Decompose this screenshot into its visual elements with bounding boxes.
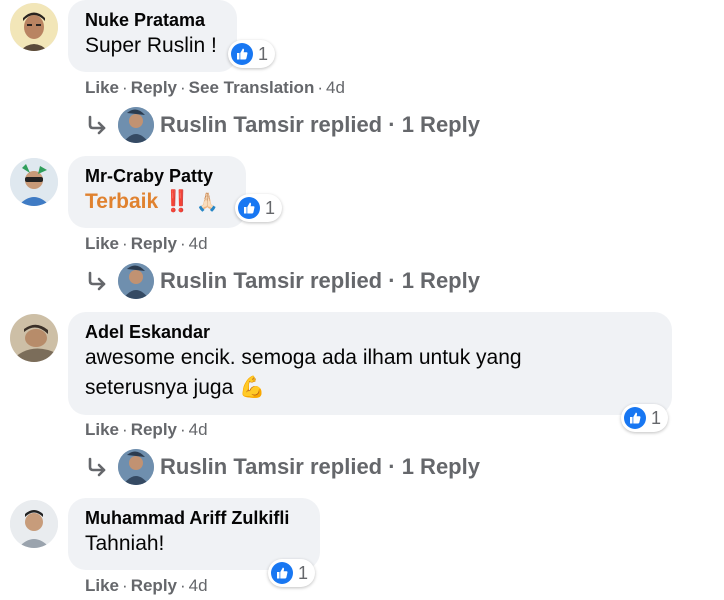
reply-link[interactable]: Reply bbox=[131, 576, 177, 595]
comment-author[interactable]: Adel Eskandar bbox=[85, 321, 656, 343]
comment-bubble: Adel Eskandar awesome encik. semoga ada … bbox=[68, 312, 672, 415]
double-exclamation-emoji: ‼️ bbox=[164, 190, 191, 213]
praying-hands-emoji: 🙏🏻 bbox=[196, 192, 219, 212]
comment-text: Terbaik ‼️ 🙏🏻 bbox=[85, 187, 230, 217]
comment-actions: Like · Reply · 4d bbox=[85, 233, 208, 255]
see-translation-link[interactable]: See Translation bbox=[189, 78, 315, 97]
reaction-badge[interactable]: 1 bbox=[228, 40, 276, 68]
comment-text: Tahniah! bbox=[85, 532, 165, 555]
reply-arrow-icon bbox=[88, 457, 106, 477]
reaction-badge[interactable]: 1 bbox=[268, 559, 316, 587]
like-link[interactable]: Like bbox=[85, 234, 119, 253]
reaction-count: 1 bbox=[258, 43, 269, 64]
separator: · bbox=[180, 78, 186, 97]
comment-author[interactable]: Mr-Craby Patty bbox=[85, 165, 230, 187]
replier-name: Ruslin Tamsir bbox=[160, 268, 304, 293]
view-replies-link[interactable]: Ruslin Tamsir replied · 1 Reply bbox=[85, 447, 480, 487]
timestamp[interactable]: 4d bbox=[189, 576, 208, 595]
reaction-badge[interactable]: 1 bbox=[621, 404, 669, 432]
replied-label: replied bbox=[309, 454, 383, 479]
reply-link[interactable]: Reply bbox=[131, 78, 177, 97]
separator: · bbox=[122, 78, 128, 97]
avatar bbox=[118, 263, 154, 299]
view-replies-link[interactable]: Ruslin Tamsir replied · 1 Reply bbox=[85, 105, 480, 145]
comment-author[interactable]: Muhammad Ariff Zulkifli bbox=[85, 507, 304, 529]
comment-text-body: awesome encik. semoga ada ilham untuk ya… bbox=[85, 346, 522, 399]
avatar[interactable] bbox=[10, 158, 58, 206]
comment-actions: Like · Reply · See Translation · 4d bbox=[85, 77, 345, 99]
replier-name: Ruslin Tamsir bbox=[160, 454, 304, 479]
replied-label: replied bbox=[309, 268, 383, 293]
reaction-badge[interactable]: 1 bbox=[235, 194, 283, 222]
like-reaction-icon bbox=[271, 562, 293, 584]
reaction-count: 1 bbox=[651, 407, 662, 428]
reaction-count: 1 bbox=[298, 562, 309, 583]
like-link[interactable]: Like bbox=[85, 78, 119, 97]
timestamp[interactable]: 4d bbox=[189, 420, 208, 439]
avatar bbox=[118, 107, 154, 143]
separator: · bbox=[180, 234, 186, 253]
comment-text: Super Ruslin ! bbox=[85, 34, 217, 57]
avatar[interactable] bbox=[10, 500, 58, 548]
separator: · bbox=[122, 576, 128, 595]
timestamp[interactable]: 4d bbox=[189, 234, 208, 253]
separator: · bbox=[180, 576, 186, 595]
flexed-biceps-emoji: 💪 bbox=[239, 376, 266, 399]
separator: · bbox=[317, 78, 324, 97]
reply-link[interactable]: Reply bbox=[131, 420, 177, 439]
like-reaction-icon bbox=[231, 43, 253, 65]
reply-count: 1 Reply bbox=[401, 454, 480, 479]
highlighted-text: Terbaik bbox=[85, 190, 159, 213]
reply-arrow-icon bbox=[88, 115, 106, 135]
comment-text: awesome encik. semoga ada ilham untuk ya… bbox=[85, 343, 565, 403]
replied-label: replied bbox=[309, 112, 383, 137]
separator: · bbox=[388, 268, 396, 293]
like-reaction-icon bbox=[238, 197, 260, 219]
reply-link[interactable]: Reply bbox=[131, 234, 177, 253]
timestamp[interactable]: 4d bbox=[326, 78, 345, 97]
avatar[interactable] bbox=[10, 3, 58, 51]
comment-author[interactable]: Nuke Pratama bbox=[85, 9, 221, 31]
avatar[interactable] bbox=[10, 314, 58, 362]
separator: · bbox=[388, 454, 396, 479]
separator: · bbox=[388, 112, 396, 137]
reaction-count: 1 bbox=[265, 197, 276, 218]
separator: · bbox=[122, 234, 128, 253]
comment-bubble: Mr-Craby Patty Terbaik ‼️ 🙏🏻 bbox=[68, 156, 246, 228]
like-reaction-icon bbox=[624, 407, 646, 429]
separator: · bbox=[180, 420, 186, 439]
view-replies-link[interactable]: Ruslin Tamsir replied · 1 Reply bbox=[85, 261, 480, 301]
reply-count: 1 Reply bbox=[401, 268, 480, 293]
comment-actions: Like · Reply · 4d bbox=[85, 419, 208, 441]
reply-count: 1 Reply bbox=[401, 112, 480, 137]
comment-actions: Like · Reply · 4d bbox=[85, 575, 208, 597]
like-link[interactable]: Like bbox=[85, 576, 119, 595]
separator: · bbox=[122, 420, 128, 439]
comment-bubble: Nuke Pratama Super Ruslin ! bbox=[68, 0, 237, 72]
reply-arrow-icon bbox=[88, 271, 106, 291]
avatar bbox=[118, 449, 154, 485]
replier-name: Ruslin Tamsir bbox=[160, 112, 304, 137]
like-link[interactable]: Like bbox=[85, 420, 119, 439]
